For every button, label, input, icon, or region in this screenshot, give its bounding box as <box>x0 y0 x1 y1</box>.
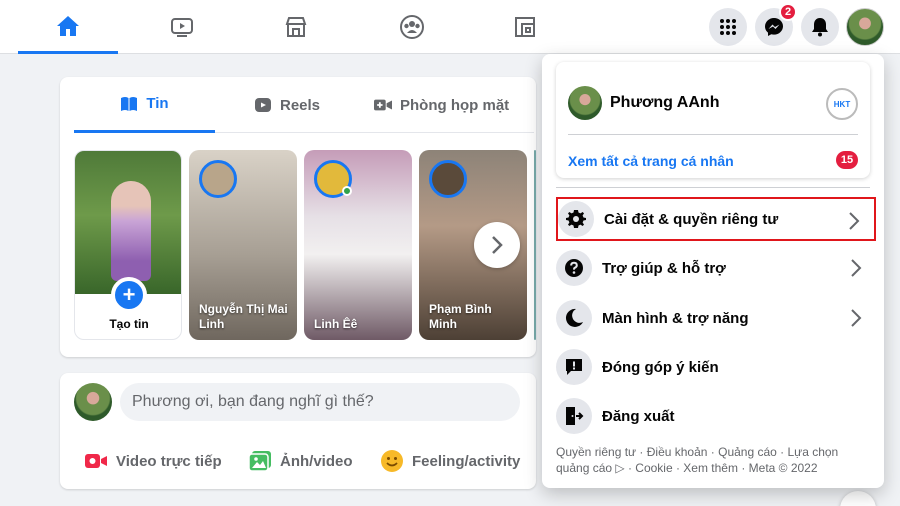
menu-item-label: Đăng xuất <box>602 407 675 425</box>
menu-item-label: Màn hình & trợ năng <box>602 309 749 327</box>
switch-profile-icon[interactable]: HKT <box>826 88 858 120</box>
messenger-icon <box>765 18 783 36</box>
photo-video-label: Ảnh/video <box>280 452 353 470</box>
menu-grid-button[interactable] <box>709 8 747 46</box>
menu-divider <box>556 187 870 188</box>
create-story-photo <box>75 151 181 294</box>
chevron-right-icon <box>851 309 862 327</box>
book-icon <box>121 96 138 111</box>
story-card[interactable]: Linh Êê <box>304 150 412 340</box>
tab-reels-label: Reels <box>280 96 321 114</box>
account-avatar[interactable] <box>846 8 884 46</box>
story-card[interactable]: Nguyễn Thị Mai Linh <box>189 150 297 340</box>
marketplace-icon <box>285 17 307 37</box>
chevron-right-icon <box>849 212 860 230</box>
menu-item-give-feedback[interactable]: Đóng góp ý kiến <box>556 345 876 389</box>
create-story-card[interactable]: + Tạo tin <box>74 150 182 340</box>
stories-tabs: Tin Reels Phòng họp mặt <box>74 77 534 133</box>
notifications-button[interactable] <box>801 8 839 46</box>
live-video-button[interactable]: Video trực tiếp <box>84 447 222 475</box>
menu-item-label: Trợ giúp & hỗ trợ <box>602 259 726 277</box>
messenger-badge: 2 <box>779 3 797 21</box>
nav-tab-marketplace[interactable] <box>246 0 346 54</box>
live-video-label: Video trực tiếp <box>116 452 222 470</box>
tab-stories-label: Tin <box>146 95 169 112</box>
story-author: Nguyễn Thị Mai Linh <box>199 302 288 331</box>
menu-item-label: Đóng góp ý kiến <box>602 358 719 376</box>
tab-reels[interactable]: Reels <box>254 77 320 133</box>
gear-icon <box>558 201 594 237</box>
create-story-label: Tạo tin <box>109 317 149 331</box>
see-all-profiles-link[interactable]: Xem tất cả trang cá nhân <box>568 153 734 169</box>
top-navigation-bar: 2 <box>0 0 900 54</box>
grid-icon <box>720 19 736 35</box>
menu-item-display-accessibility[interactable]: Màn hình & trợ năng <box>556 296 876 340</box>
profile-avatar[interactable] <box>568 86 602 120</box>
logout-icon <box>556 398 592 434</box>
stories-next-button[interactable] <box>474 222 520 268</box>
chevron-right-icon <box>492 236 503 254</box>
new-message-button[interactable] <box>840 491 876 506</box>
live-video-icon <box>85 454 107 468</box>
photo-icon <box>248 451 271 472</box>
story-card-partial <box>534 150 536 340</box>
composer-avatar <box>74 383 112 421</box>
photo-video-button[interactable]: Ảnh/video <box>248 447 353 475</box>
profile-divider <box>568 134 858 135</box>
whats-on-your-mind-input[interactable] <box>120 383 520 421</box>
profile-box: Phương AAnh HKT Xem tất cả trang cá nhân… <box>556 62 870 178</box>
nav-tab-home[interactable] <box>18 0 118 54</box>
chevron-right-icon <box>851 259 862 277</box>
help-icon <box>556 250 592 286</box>
watch-icon <box>171 18 193 37</box>
menu-footer-links[interactable]: Quyền riêng tư · Điều khoản · Quảng cáo … <box>556 444 856 476</box>
moon-icon <box>556 300 592 336</box>
menu-item-label: Cài đặt & quyền riêng tư <box>604 210 779 228</box>
tab-rooms-label: Phòng họp mặt <box>400 96 510 114</box>
tab-stories[interactable]: Tin <box>74 77 215 133</box>
menu-item-log-out[interactable]: Đăng xuất <box>556 394 876 438</box>
messenger-button[interactable]: 2 <box>755 3 797 46</box>
feeling-activity-button[interactable]: Feeling/activity <box>380 447 520 475</box>
menu-item-help-support[interactable]: Trợ giúp & hỗ trợ <box>556 246 876 290</box>
profiles-count-badge: 15 <box>836 151 858 169</box>
profile-name[interactable]: Phương AAnh <box>610 94 719 112</box>
nav-tab-groups[interactable] <box>362 0 462 54</box>
plus-icon: + <box>111 277 147 313</box>
tab-rooms[interactable]: Phòng họp mặt <box>374 77 509 133</box>
reels-icon <box>255 98 271 112</box>
story-avatar <box>429 160 467 198</box>
smiley-icon <box>381 450 403 472</box>
video-plus-icon <box>374 99 392 111</box>
story-author: Phạm Bình Minh <box>429 302 492 331</box>
online-indicator <box>342 186 352 196</box>
nav-tab-watch[interactable] <box>132 0 232 54</box>
groups-icon <box>400 15 424 39</box>
home-icon <box>57 15 79 36</box>
gaming-icon <box>515 17 535 37</box>
story-avatar <box>199 160 237 198</box>
post-composer: Video trực tiếp Ảnh/video Feeling/activi… <box>60 373 536 489</box>
menu-item-settings-privacy[interactable]: Cài đặt & quyền riêng tư <box>556 197 876 241</box>
story-author: Linh Êê <box>314 317 358 331</box>
nav-tab-gaming[interactable] <box>475 0 575 54</box>
account-menu: Phương AAnh HKT Xem tất cả trang cá nhân… <box>542 54 884 488</box>
feedback-icon <box>556 349 592 385</box>
bell-icon <box>812 18 828 37</box>
stories-card: Tin Reels Phòng họp mặt + Tạo tin Nguyễn… <box>60 77 536 357</box>
feeling-activity-label: Feeling/activity <box>412 452 521 470</box>
